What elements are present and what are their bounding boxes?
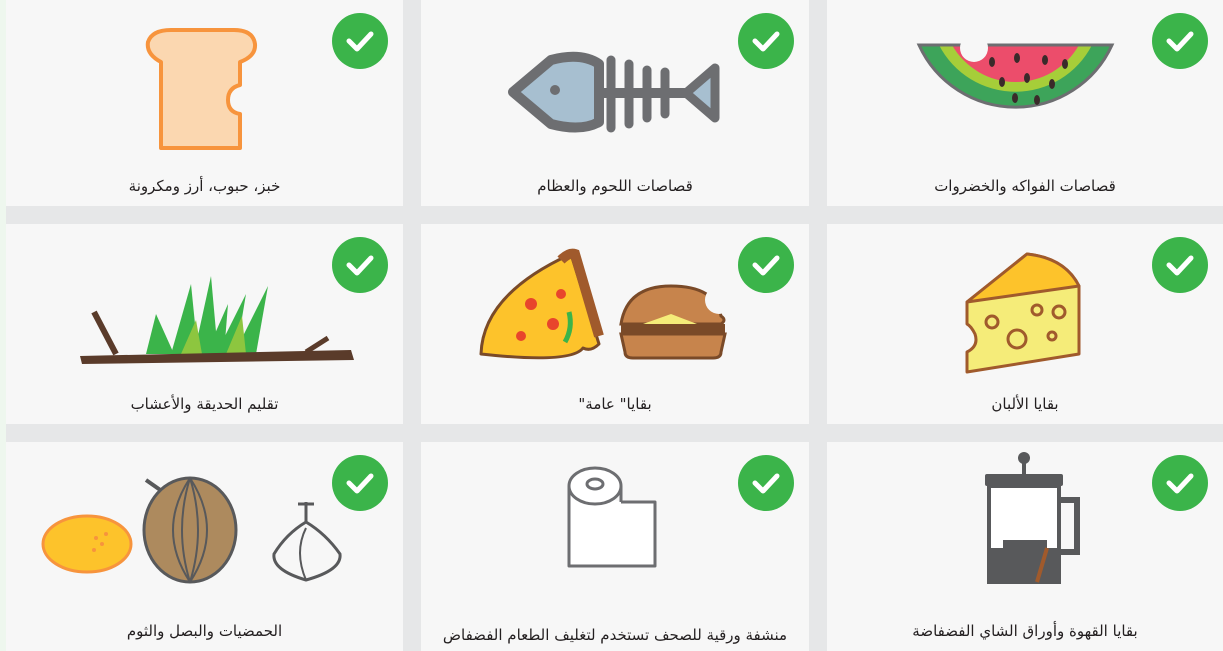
card-label: الحمضيات والبصل والثوم <box>126 622 283 640</box>
card-citrus-onion-garlic[interactable]: الحمضيات والبصل والثوم <box>6 442 403 651</box>
card-dairy-leftovers[interactable]: بقايا الألبان <box>827 224 1223 424</box>
checkmark-icon[interactable] <box>332 13 388 69</box>
card-label: منشفة ورقية للصحف تستخدم لتغليف الطعام ا… <box>442 626 788 644</box>
card-general-leftovers[interactable]: "بقايا" عامة <box>421 224 809 424</box>
card-paper-towel[interactable]: منشفة ورقية للصحف تستخدم لتغليف الطعام ا… <box>421 442 809 651</box>
checkmark-icon[interactable] <box>332 237 388 293</box>
card-label: بقايا الألبان <box>991 395 1059 413</box>
checkmark-icon[interactable] <box>738 237 794 293</box>
checkmark-icon[interactable] <box>1152 455 1208 511</box>
card-label: تقليم الحديقة والأعشاب <box>130 395 279 413</box>
card-label: قصاصات الفواكه والخضروات <box>934 177 1116 195</box>
card-meat-bone-scraps[interactable]: قصاصات اللحوم والعظام <box>421 0 809 206</box>
checkmark-icon[interactable] <box>332 455 388 511</box>
card-coffee-tea[interactable]: بقايا القهوة وأوراق الشاي الفضفاضة <box>827 442 1223 651</box>
card-garden-trimmings[interactable]: تقليم الحديقة والأعشاب <box>6 224 403 424</box>
card-label: قصاصات اللحوم والعظام <box>537 177 693 195</box>
card-bread-grains[interactable]: خبز، حبوب، أرز ومكرونة <box>6 0 403 206</box>
card-label: خبز، حبوب، أرز ومكرونة <box>128 177 281 195</box>
checkmark-icon[interactable] <box>738 455 794 511</box>
card-label: "بقايا" عامة <box>578 395 652 413</box>
checkmark-icon[interactable] <box>738 13 794 69</box>
card-label: بقايا القهوة وأوراق الشاي الفضفاضة <box>912 622 1138 640</box>
card-fruit-veg-scraps[interactable]: قصاصات الفواكه والخضروات <box>827 0 1223 206</box>
checkmark-icon[interactable] <box>1152 13 1208 69</box>
checkmark-icon[interactable] <box>1152 237 1208 293</box>
